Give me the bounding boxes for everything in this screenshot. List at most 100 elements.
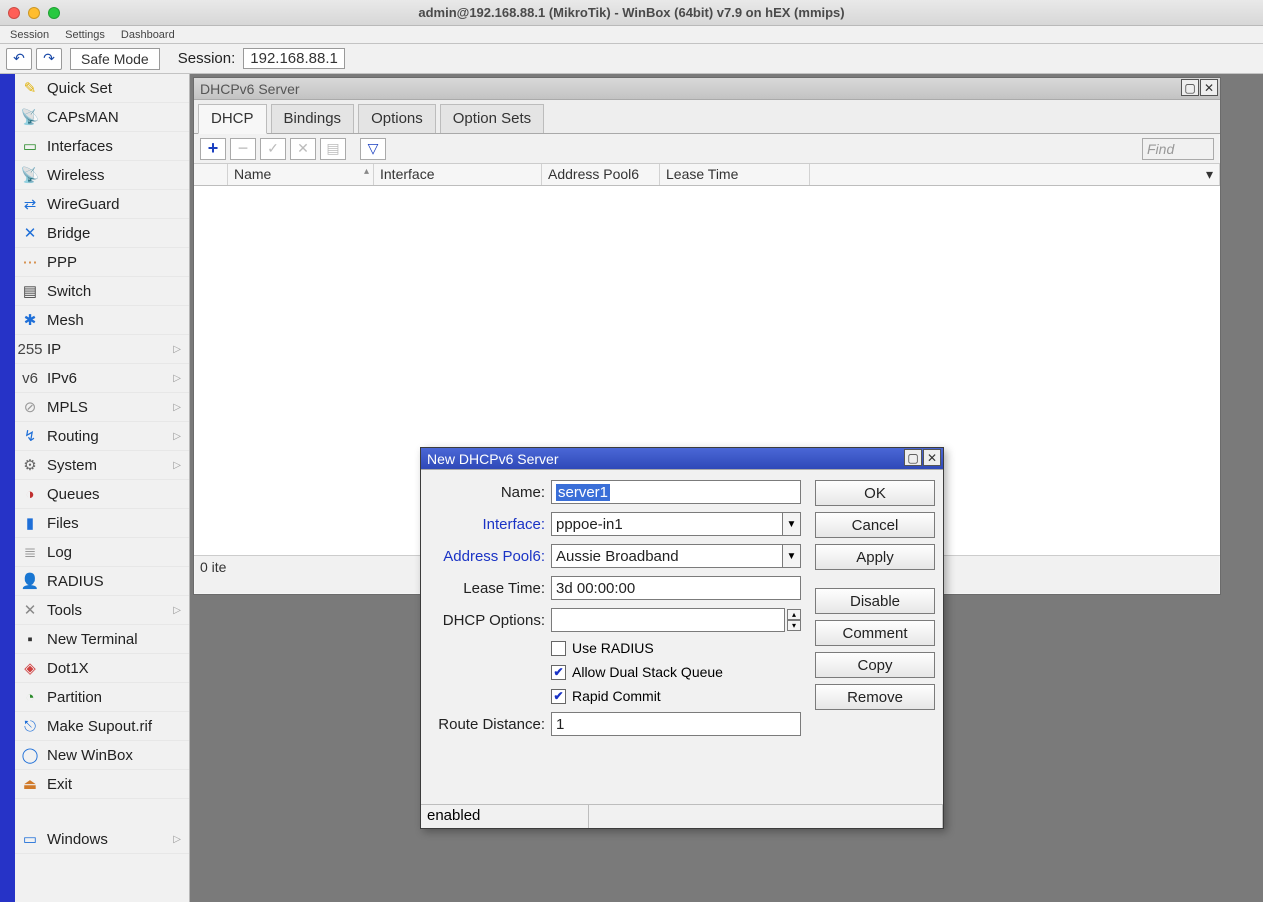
remove-button[interactable]: Remove <box>815 684 935 710</box>
main-toolbar: ↶ ↷ Safe Mode Session: 192.168.88.1 <box>0 44 1263 74</box>
col-lease[interactable]: Lease Time <box>660 164 810 185</box>
col-pool[interactable]: Address Pool6 <box>542 164 660 185</box>
dialog-form: Name: server1 Interface: pppoe-in1 ▼ Add… <box>427 480 801 744</box>
sidebar-item-interfaces[interactable]: ▭Interfaces <box>15 132 189 161</box>
pool-dropdown-icon[interactable]: ▼ <box>783 544 801 568</box>
sidebar-item-dot1x[interactable]: ◈Dot1X <box>15 654 189 683</box>
sidebar-label: Exit <box>47 776 72 793</box>
menu-bar: Session Settings Dashboard <box>0 26 1263 44</box>
sidebar-item-mpls[interactable]: ⊘MPLS▷ <box>15 393 189 422</box>
traffic-lights <box>8 7 60 19</box>
sidebar-item-quick-set[interactable]: ✎ Quick Set <box>15 74 189 103</box>
sidebar-item-files[interactable]: ▮Files <box>15 509 189 538</box>
dual-stack-label: Allow Dual Stack Queue <box>572 664 723 680</box>
new-terminal-icon: ▪ <box>19 630 41 648</box>
wireguard-icon: ⇄ <box>19 195 41 213</box>
disable-button[interactable]: Disable <box>815 588 935 614</box>
tab-option-sets[interactable]: Option Sets <box>440 104 544 133</box>
undo-button[interactable]: ↶ <box>6 48 32 70</box>
enable-button[interactable]: ✓ <box>260 138 286 160</box>
filter-button[interactable]: ▽ <box>360 138 386 160</box>
dual-stack-checkbox[interactable]: ✔ <box>551 665 566 680</box>
dhcpv6-close-icon[interactable]: ✕ <box>1200 79 1218 96</box>
mpls-icon: ⊘ <box>19 398 41 416</box>
name-input[interactable]: server1 <box>551 480 801 504</box>
tab-dhcp[interactable]: DHCP <box>198 104 267 134</box>
close-dot[interactable] <box>8 7 20 19</box>
sidebar-item-radius[interactable]: 👤RADIUS <box>15 567 189 596</box>
dialog-close-icon[interactable]: ✕ <box>923 449 941 466</box>
add-button[interactable]: + <box>200 138 226 160</box>
sidebar-label: Quick Set <box>47 80 112 97</box>
ok-button[interactable]: OK <box>815 480 935 506</box>
sidebar-item-routing[interactable]: ↯Routing▷ <box>15 422 189 451</box>
sidebar-item-exit[interactable]: ⏏Exit <box>15 770 189 799</box>
sidebar-label: Log <box>47 544 72 561</box>
sidebar-item-make-supout-rif[interactable]: ⎋Make Supout.rif <box>15 712 189 741</box>
col-name[interactable]: Name▴ <box>228 164 374 185</box>
sidebar-item-wireless[interactable]: 📡Wireless <box>15 161 189 190</box>
tab-options[interactable]: Options <box>358 104 436 133</box>
cancel-button[interactable]: Cancel <box>815 512 935 538</box>
dhcp-options-input[interactable] <box>551 608 785 632</box>
rapid-commit-checkbox[interactable]: ✔ <box>551 689 566 704</box>
col-flag[interactable] <box>194 164 228 185</box>
sidebar-item-new-terminal[interactable]: ▪New Terminal <box>15 625 189 654</box>
apply-button[interactable]: Apply <box>815 544 935 570</box>
dialog-status-text: enabled <box>421 805 589 828</box>
new-winbox-icon: ◯ <box>19 746 41 764</box>
menu-dashboard[interactable]: Dashboard <box>121 29 175 41</box>
sidebar-item-wireguard[interactable]: ⇄WireGuard <box>15 190 189 219</box>
sidebar-item-bridge[interactable]: ✕Bridge <box>15 219 189 248</box>
sidebar-label: Dot1X <box>47 660 89 677</box>
interface-dropdown-icon[interactable]: ▼ <box>783 512 801 536</box>
col-menu[interactable]: ▾ <box>810 164 1220 185</box>
sidebar-item-new-winbox[interactable]: ◯New WinBox <box>15 741 189 770</box>
remove-button[interactable]: − <box>230 138 256 160</box>
sidebar-label: Interfaces <box>47 138 113 155</box>
tab-bindings[interactable]: Bindings <box>271 104 355 133</box>
sidebar-item-tools[interactable]: ✕Tools▷ <box>15 596 189 625</box>
sidebar-item-log[interactable]: ≣Log <box>15 538 189 567</box>
name-label: Name: <box>427 484 545 501</box>
sidebar-item-capsman[interactable]: 📡CAPsMAN <box>15 103 189 132</box>
comment-button[interactable]: ▤ <box>320 138 346 160</box>
comment-button[interactable]: Comment <box>815 620 935 646</box>
menu-session[interactable]: Session <box>10 29 49 41</box>
sidebar-label: Mesh <box>47 312 84 329</box>
session-value[interactable]: 192.168.88.1 <box>243 48 345 69</box>
safe-mode-button[interactable]: Safe Mode <box>70 48 160 70</box>
minimize-dot[interactable] <box>28 7 40 19</box>
dialog-minimize-icon[interactable]: ▢ <box>904 449 922 466</box>
sidebar-item-mesh[interactable]: ✱Mesh <box>15 306 189 335</box>
sidebar-item-partition[interactable]: ◔Partition <box>15 683 189 712</box>
zoom-dot[interactable] <box>48 7 60 19</box>
sidebar-item-queues[interactable]: ◑Queues <box>15 480 189 509</box>
pool-input[interactable]: Aussie Broadband <box>551 544 783 568</box>
col-interface[interactable]: Interface <box>374 164 542 185</box>
disable-button[interactable]: ✕ <box>290 138 316 160</box>
sidebar-item-windows[interactable]: ▭Windows▷ <box>15 825 189 854</box>
route-distance-input[interactable]: 1 <box>551 712 801 736</box>
lease-input[interactable]: 3d 00:00:00 <box>551 576 801 600</box>
menu-settings[interactable]: Settings <box>65 29 105 41</box>
session-label: Session: <box>178 50 236 67</box>
quick-set-icon: ✎ <box>19 79 41 97</box>
dhcp-options-spinner[interactable]: ▴▾ <box>787 609 801 631</box>
sidebar-item-ppp[interactable]: ⋯PPP <box>15 248 189 277</box>
sidebar-item-switch[interactable]: ▤Switch <box>15 277 189 306</box>
sidebar-item-ip[interactable]: 255IP▷ <box>15 335 189 364</box>
partition-icon: ◔ <box>19 688 41 706</box>
dhcpv6-window-title[interactable]: DHCPv6 Server ▢ ✕ <box>194 78 1220 100</box>
redo-button[interactable]: ↷ <box>36 48 62 70</box>
interface-input[interactable]: pppoe-in1 <box>551 512 783 536</box>
sidebar-item-ipv6[interactable]: v6IPv6▷ <box>15 364 189 393</box>
copy-button[interactable]: Copy <box>815 652 935 678</box>
sidebar-item-system[interactable]: ⚙System▷ <box>15 451 189 480</box>
dhcpv6-minimize-icon[interactable]: ▢ <box>1181 79 1199 96</box>
dialog-buttons: OK Cancel Apply Disable Comment Copy Rem… <box>815 480 935 744</box>
capsman-icon: 📡 <box>19 108 41 126</box>
use-radius-checkbox[interactable] <box>551 641 566 656</box>
find-input[interactable]: Find <box>1142 138 1214 160</box>
dialog-title-bar[interactable]: New DHCPv6 Server ▢ ✕ <box>421 448 943 470</box>
